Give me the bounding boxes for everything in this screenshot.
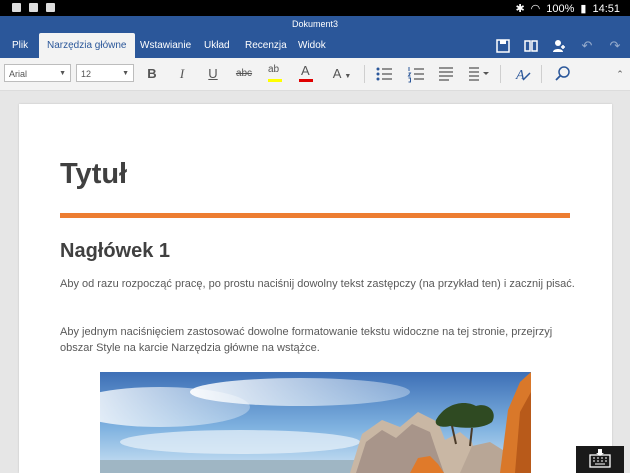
share-icon[interactable] [551,38,567,54]
landscape-photo[interactable] [100,372,531,473]
heading-1[interactable]: Nagłówek 1 [60,240,170,263]
bold-button[interactable]: B [142,64,162,84]
reading-mode-icon[interactable] [523,38,539,54]
font-dropdown[interactable]: Arial ▼ [4,64,71,82]
svg-text:A: A [515,68,525,83]
ribbon-toolbar: Arial ▼ 12 ▼ B I U abc ab A A ▼ A ⌃ [0,58,630,91]
wifi-icon: ◠ [530,3,541,15]
document-page[interactable]: Tytuł Nagłówek 1 Aby od razu rozpocząć p… [19,104,612,473]
paragraph-2[interactable]: Aby jednym naciśnięciem zastosować dowol… [60,324,580,356]
tab-review[interactable]: Recenzja [237,33,295,58]
document-title-bar: Dokument3 [0,16,630,33]
toolbar-divider [500,65,501,83]
styles-icon[interactable]: A [513,64,533,84]
tab-layout[interactable]: Układ [196,33,238,58]
paragraph-1[interactable]: Aby od razu rozpocząć pracę, po prostu n… [60,276,580,292]
highlight-color-bar [268,79,282,82]
tab-home[interactable]: Narzędzia główne [39,33,135,58]
numbering-icon[interactable] [406,64,426,84]
chevron-down-icon: ▼ [122,70,129,77]
title-underline [60,213,570,218]
status-bar: ✱ ◠ 100% ▮ 14:51 [0,0,630,16]
align-left-icon[interactable] [436,64,456,84]
tab-file[interactable]: Plik [4,33,36,58]
document-title[interactable]: Tytuł [60,158,127,191]
font-color-bar [299,79,313,82]
redo-icon[interactable]: ↷ [607,38,623,54]
battery-icon: ▮ [580,3,587,15]
gallery-icon [12,3,21,12]
bluetooth-icon: ✱ [515,3,525,15]
save-icon[interactable] [495,38,511,54]
toolbar-divider [364,65,365,83]
chevron-down-icon: ▼ [59,70,66,77]
highlight-label: ab [268,64,280,75]
tab-insert[interactable]: Wstawianie [132,33,199,58]
toolbar-divider [541,65,542,83]
font-size-dropdown[interactable]: 12 ▼ [76,64,134,82]
font-size-value: 12 [81,69,92,79]
tab-view[interactable]: Widok [290,33,334,58]
font-color-label: A [301,63,310,78]
italic-button[interactable]: I [172,64,192,84]
font-value: Arial [9,69,28,79]
message-icon [29,3,38,12]
text-size-button[interactable]: A ▼ [328,64,356,84]
text-size-label: A [332,66,341,81]
briefcase-icon [46,3,55,12]
search-icon[interactable] [553,64,573,84]
chevron-down-icon: ▼ [344,73,352,80]
highlight-button[interactable]: ab [265,64,285,84]
underline-button[interactable]: U [203,64,223,84]
bullets-icon[interactable] [374,64,394,84]
undo-icon[interactable]: ↶ [579,38,595,54]
paragraph-spacing-icon[interactable] [466,64,492,84]
ribbon-tab-bar: Plik Narzędzia główne Wstawianie Układ R… [0,33,630,58]
strikethrough-button[interactable]: abc [233,64,255,84]
battery-percent: 100% [546,2,575,15]
clock: 14:51 [592,2,620,15]
collapse-ribbon-icon[interactable]: ⌃ [610,64,630,84]
font-color-button[interactable]: A [296,63,316,84]
keyboard-toggle-button[interactable] [576,446,624,473]
